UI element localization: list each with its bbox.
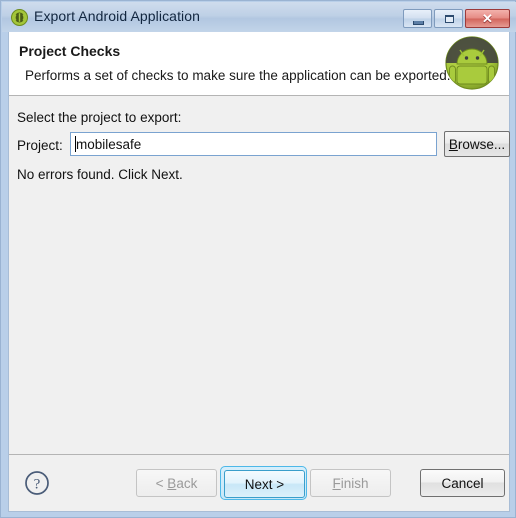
finish-mnemonic: F — [332, 475, 341, 491]
window-title: Export Android Application — [34, 8, 201, 24]
dialog-client-area: Project Checks Performs a set of checks … — [8, 32, 510, 512]
close-icon: ✕ — [482, 10, 493, 26]
cancel-button[interactable]: Cancel — [420, 469, 505, 497]
browse-mnemonic: B — [448, 136, 458, 152]
back-suffix: ack — [176, 475, 198, 491]
close-button[interactable]: ✕ — [465, 9, 510, 28]
back-mnemonic: B — [167, 475, 177, 491]
finish-suffix: inish — [340, 475, 369, 491]
wizard-body: Select the project to export: Project: B… — [9, 96, 510, 455]
maximize-button[interactable] — [434, 9, 463, 28]
title-bar: Export Android Application ✕ — [2, 2, 516, 32]
page-description: Performs a set of checks to make sure th… — [25, 68, 451, 83]
help-question-icon[interactable]: ? — [24, 470, 50, 496]
browse-button[interactable]: Browse... — [444, 131, 510, 157]
android-robot-badge — [443, 34, 501, 92]
status-message: No errors found. Click Next. — [17, 167, 183, 182]
wizard-header: Project Checks Performs a set of checks … — [9, 32, 509, 96]
minimize-icon — [413, 21, 424, 25]
back-button[interactable]: < Back — [136, 469, 217, 497]
project-input[interactable] — [70, 132, 437, 156]
wizard-button-bar: ? < Back Next > Finish Cancel — [9, 456, 509, 511]
browse-label: rowse... — [457, 136, 506, 152]
next-button-focus-ring: Next > — [220, 466, 307, 500]
finish-button[interactable]: Finish — [310, 469, 391, 497]
back-prefix: < — [155, 475, 168, 491]
maximize-icon — [445, 15, 454, 23]
minimize-button[interactable] — [403, 9, 432, 28]
next-button[interactable]: Next > — [224, 470, 305, 498]
android-circle-icon — [11, 9, 28, 26]
instruction-label: Select the project to export: — [17, 110, 182, 125]
dialog-window: Export Android Application ✕ Project Che… — [0, 0, 516, 518]
svg-text:?: ? — [34, 477, 41, 493]
page-title: Project Checks — [19, 43, 121, 59]
window-controls: ✕ — [403, 9, 510, 28]
project-label: Project: — [17, 138, 63, 153]
text-caret — [75, 136, 76, 152]
